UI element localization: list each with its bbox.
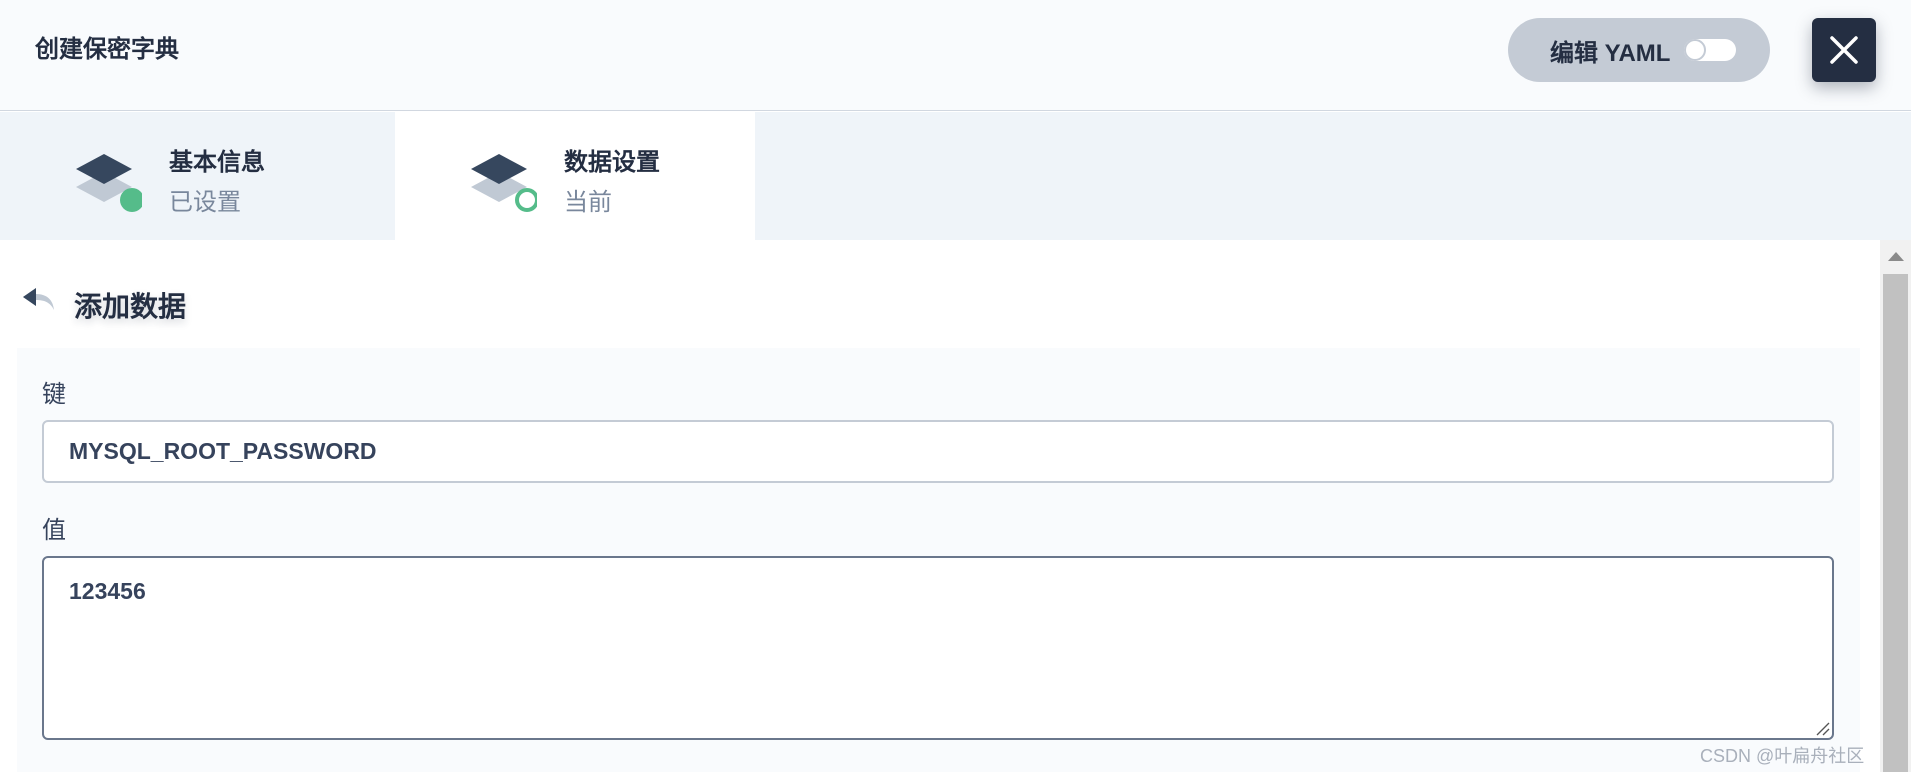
value-textarea[interactable]: 123456 xyxy=(42,556,1834,740)
form-content: 添加数据 键 MYSQL_ROOT_PASSWORD 值 123456 xyxy=(0,240,1880,772)
back-arrow-icon[interactable] xyxy=(22,286,56,312)
edit-yaml-toggle-button[interactable]: 编辑 YAML xyxy=(1508,18,1770,82)
close-button[interactable] xyxy=(1812,18,1876,82)
step-title: 基本信息 xyxy=(169,149,265,176)
step-bar: 基本信息 已设置 数据设置 当前 xyxy=(0,112,1911,240)
layers-icon xyxy=(76,154,142,212)
scroll-thumb[interactable] xyxy=(1883,274,1908,772)
data-entry-panel: 键 MYSQL_ROOT_PASSWORD 值 123456 xyxy=(17,348,1860,772)
vertical-scrollbar[interactable] xyxy=(1880,240,1911,772)
step-title: 数据设置 xyxy=(564,149,660,176)
scroll-up-arrow-icon[interactable] xyxy=(1888,252,1904,261)
step-status: 已设置 xyxy=(169,189,241,216)
edit-yaml-label: 编辑 YAML xyxy=(1550,39,1671,67)
step-status: 当前 xyxy=(564,189,612,216)
close-icon xyxy=(1830,36,1858,64)
watermark: CSDN @叶扁舟社区 xyxy=(1700,746,1865,766)
yaml-switch[interactable] xyxy=(1684,39,1736,61)
step-data-settings[interactable]: 数据设置 当前 xyxy=(395,112,755,240)
key-input[interactable]: MYSQL_ROOT_PASSWORD xyxy=(42,420,1834,483)
step-basic-info[interactable]: 基本信息 已设置 xyxy=(0,112,395,240)
resize-handle-icon[interactable] xyxy=(1814,720,1830,736)
value-text: 123456 xyxy=(69,578,146,604)
page-title: 创建保密字典 xyxy=(35,36,179,63)
key-label: 键 xyxy=(42,381,66,408)
value-label: 值 xyxy=(42,517,66,544)
section-title: 添加数据 xyxy=(74,291,187,322)
layers-icon xyxy=(471,154,537,212)
yaml-switch-knob xyxy=(1684,39,1706,61)
modal-header: 创建保密字典 编辑 YAML xyxy=(0,0,1911,111)
